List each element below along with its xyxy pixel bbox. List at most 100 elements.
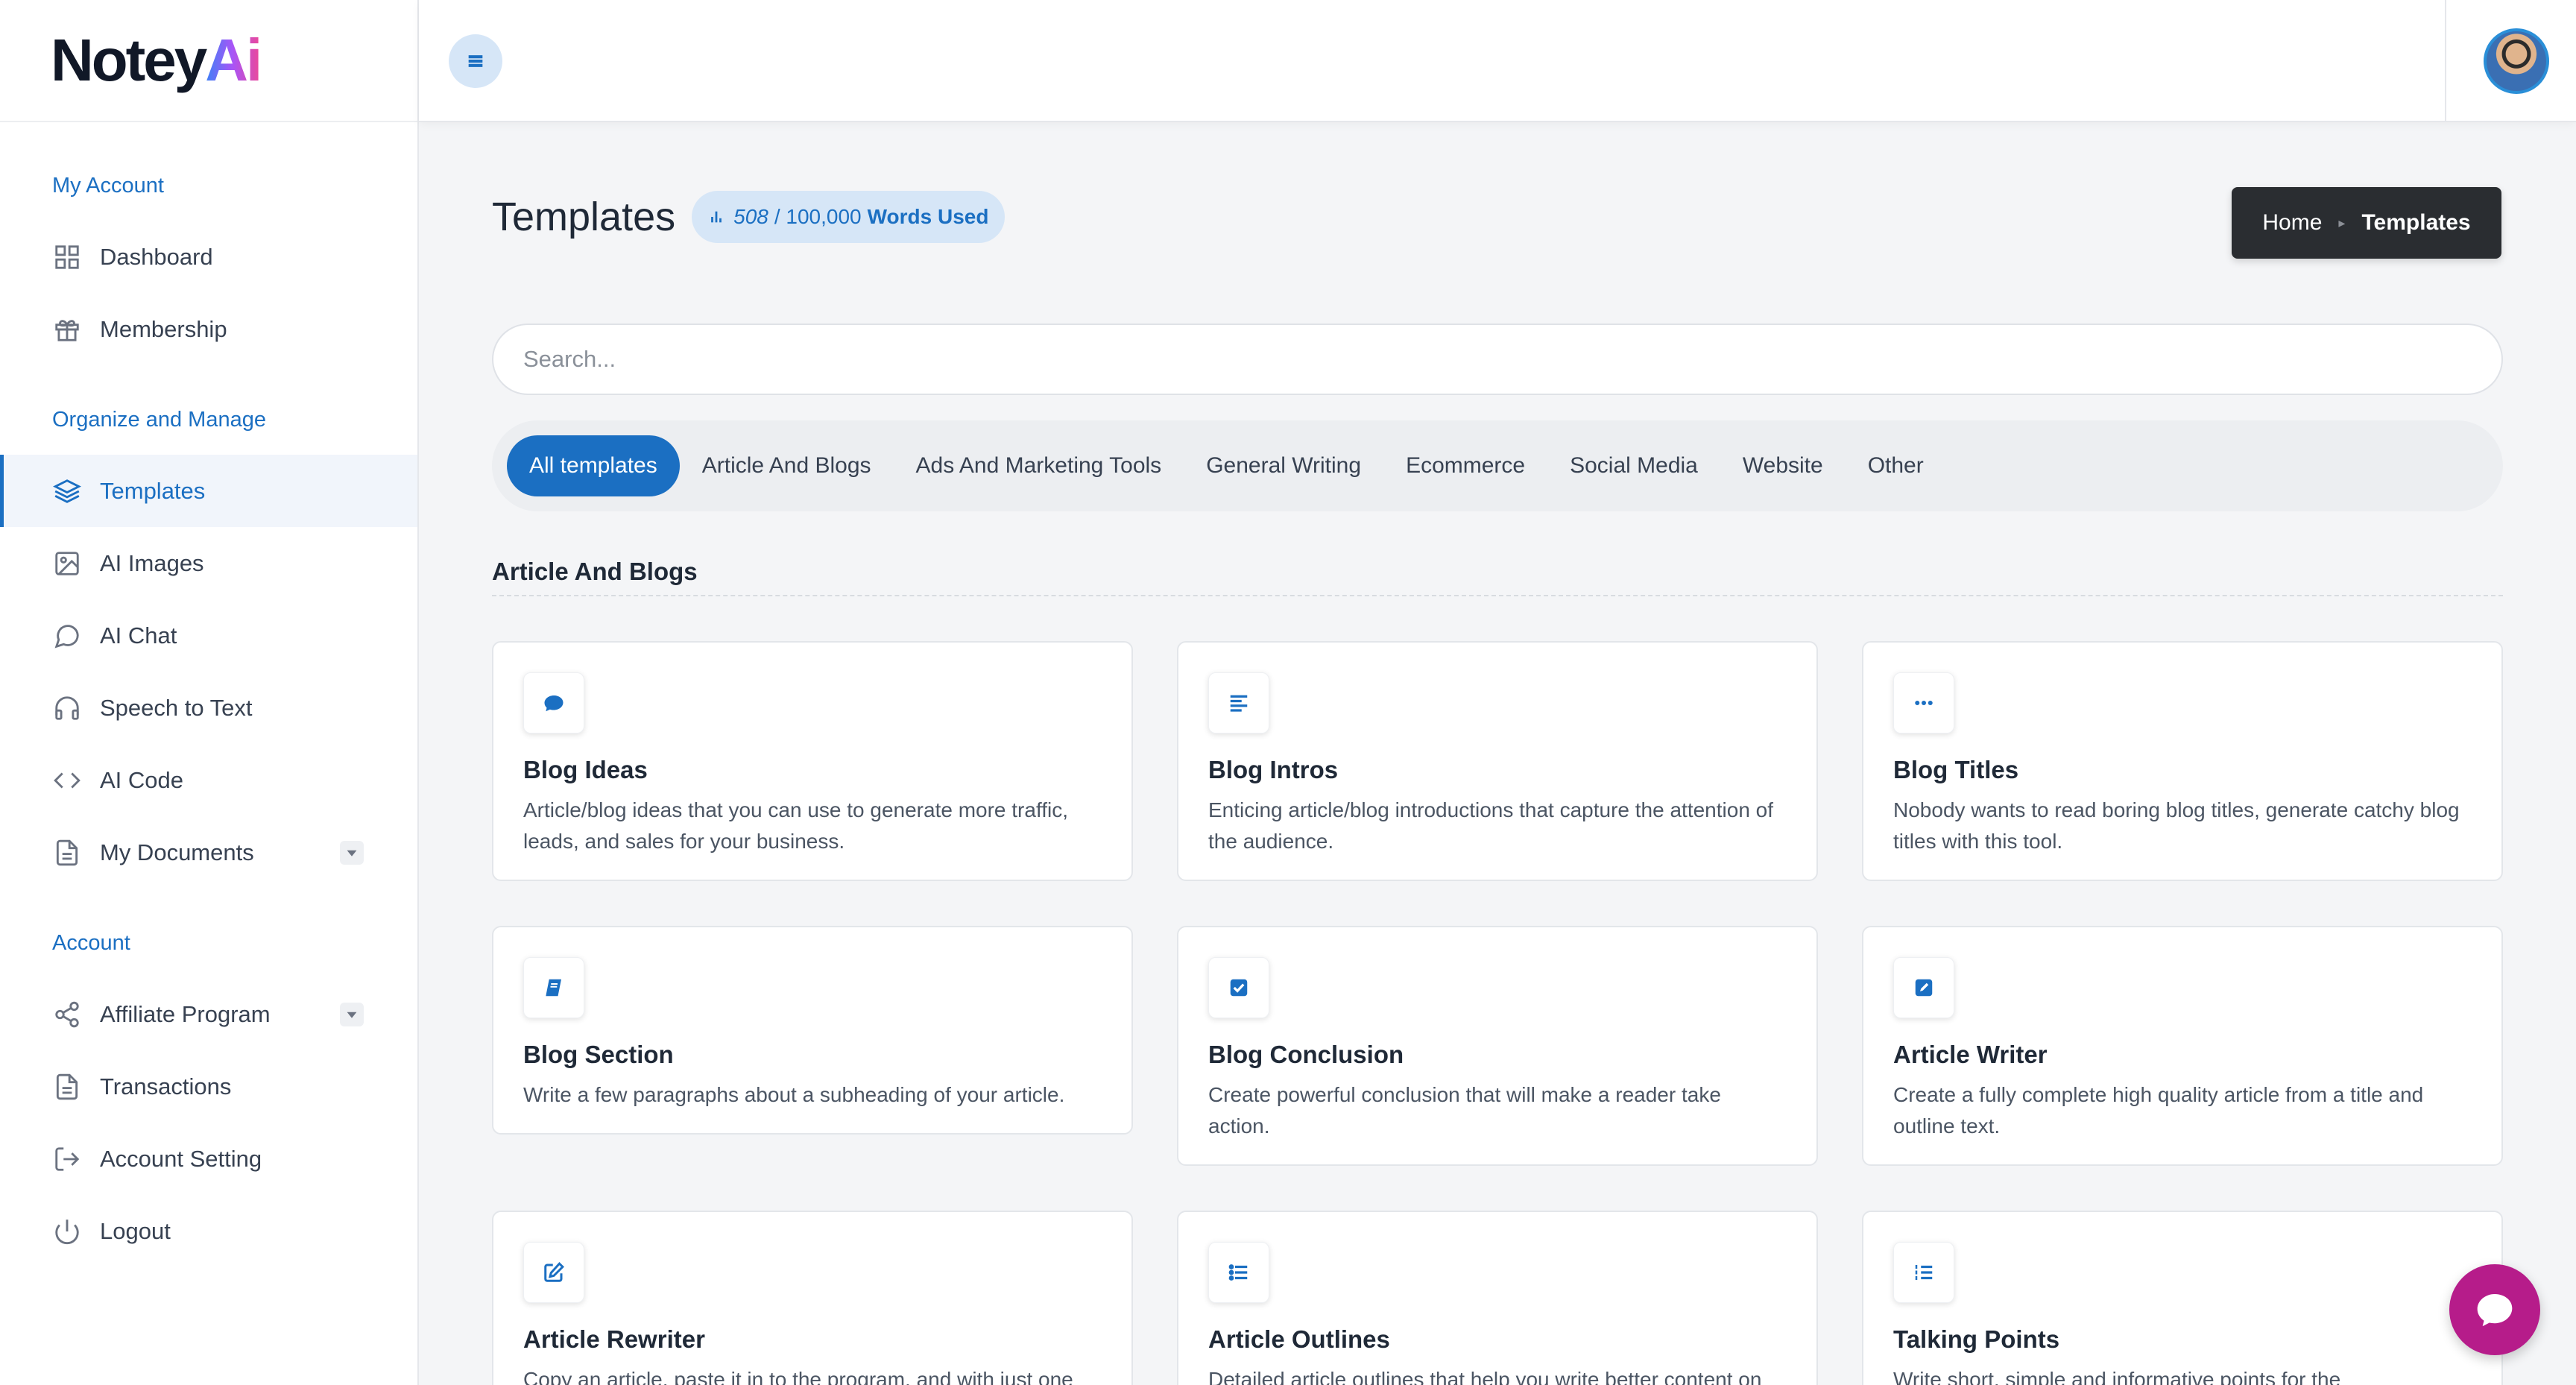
edit-icon xyxy=(523,1242,584,1303)
sidebar-item-logout[interactable]: Logout xyxy=(0,1195,417,1267)
bar-chart-icon xyxy=(711,211,722,223)
template-card-blog-titles[interactable]: Blog Titles Nobody wants to read boring … xyxy=(1862,641,2503,881)
card-description: Create a fully complete high quality art… xyxy=(1893,1083,2424,1138)
template-card-blog-intros[interactable]: Blog Intros Enticing article/blog introd… xyxy=(1177,641,1818,881)
sidebar-item-affiliate-program[interactable]: Affiliate Program xyxy=(0,978,417,1050)
sidebar-item-dashboard[interactable]: Dashboard xyxy=(0,221,417,293)
layers-icon xyxy=(52,476,82,506)
template-card-article-writer[interactable]: Article Writer Create a fully complete h… xyxy=(1862,926,2503,1166)
sidebar-item-account-setting[interactable]: Account Setting xyxy=(0,1123,417,1195)
sidebar-item-label: My Documents xyxy=(100,839,254,865)
logo[interactable]: Notey Ai xyxy=(0,0,417,122)
card-description: Enticing article/blog introductions that… xyxy=(1208,798,1774,853)
group-title: Article And Blogs xyxy=(492,558,698,585)
template-card-article-rewriter[interactable]: Article Rewriter Copy an article, paste … xyxy=(492,1211,1133,1385)
sidebar-item-speech-to-text[interactable]: Speech to Text xyxy=(0,672,417,744)
section-title: Account xyxy=(52,930,130,955)
sidebar-item-label: Dashboard xyxy=(100,243,213,270)
page-header: Templates 508 / 100,000 Words Used xyxy=(492,191,1006,243)
words-used-count: 508 xyxy=(733,205,768,228)
document-icon xyxy=(52,838,82,868)
sidebar-item-label: Membership xyxy=(100,315,227,342)
template-card-blog-conclusion[interactable]: Blog Conclusion Create powerful conclusi… xyxy=(1177,926,1818,1166)
sidebar-item-label: Transactions xyxy=(100,1073,232,1100)
sidebar-item-ai-images[interactable]: AI Images xyxy=(0,527,417,599)
sidebar-item-label: AI Chat xyxy=(100,622,177,649)
sidebar-item-ai-code[interactable]: AI Code xyxy=(0,744,417,816)
sidebar-item-membership[interactable]: Membership xyxy=(0,293,417,365)
filter-other[interactable]: Other xyxy=(1846,435,1946,496)
card-description: Article/blog ideas that you can use to g… xyxy=(523,798,1069,853)
template-card-article-outlines[interactable]: Article Outlines Detailed article outlin… xyxy=(1177,1211,1818,1385)
ellipsis-icon xyxy=(1893,672,1954,733)
template-card-blog-ideas[interactable]: Blog Ideas Article/blog ideas that you c… xyxy=(492,641,1133,881)
sidebar-item-label: Affiliate Program xyxy=(100,1000,271,1027)
card-description: Nobody wants to read boring blog titles,… xyxy=(1893,798,2460,853)
pen-square-icon xyxy=(1893,957,1954,1018)
search-input[interactable] xyxy=(492,324,2503,395)
grid-icon xyxy=(52,242,82,272)
sidebar: Notey Ai My Account Dashboard Membership … xyxy=(0,0,419,1385)
breadcrumb-current: Templates xyxy=(2361,210,2471,235)
card-title: Article Writer xyxy=(1893,1041,2048,1068)
menu-toggle-button[interactable] xyxy=(449,34,502,88)
comment-icon xyxy=(523,672,584,733)
ordered-list-icon xyxy=(1893,1242,1954,1303)
filter-article-and-blogs[interactable]: Article And Blogs xyxy=(680,435,894,496)
template-card-talking-points[interactable]: Talking Points Write short, simple and i… xyxy=(1862,1211,2503,1385)
card-title: Blog Intros xyxy=(1208,756,1339,783)
nav-section-organize: Organize and Manage Templates AI Images … xyxy=(0,401,417,889)
card-title: Talking Points xyxy=(1893,1325,2060,1353)
card-title: Blog Conclusion xyxy=(1208,1041,1404,1068)
filter-ads-and-marketing-tools[interactable]: Ads And Marketing Tools xyxy=(894,435,1184,496)
topbar xyxy=(419,0,2576,122)
section-title: Organize and Manage xyxy=(52,407,266,432)
card-title: Article Outlines xyxy=(1208,1325,1390,1353)
section-title: My Account xyxy=(52,173,164,198)
gift-icon xyxy=(52,315,82,344)
filter-social-media[interactable]: Social Media xyxy=(1547,435,1720,496)
filter-ecommerce[interactable]: Ecommerce xyxy=(1383,435,1547,496)
sidebar-item-label: Logout xyxy=(100,1217,171,1244)
divider xyxy=(492,595,2503,596)
logo-text: Notey xyxy=(51,27,207,93)
chevron-right-icon: ▸ xyxy=(2338,215,2346,230)
sidebar-item-templates[interactable]: Templates xyxy=(0,455,417,527)
sidebar-item-my-documents[interactable]: My Documents xyxy=(0,816,417,889)
category-filter-bar: All templates Article And Blogs Ads And … xyxy=(492,420,2503,511)
sidebar-item-transactions[interactable]: Transactions xyxy=(0,1050,417,1123)
book-icon xyxy=(523,957,584,1018)
card-title: Blog Section xyxy=(523,1041,674,1068)
chat-bubble-icon xyxy=(2477,1294,2513,1327)
sidebar-item-ai-chat[interactable]: AI Chat xyxy=(0,599,417,672)
sidebar-item-label: Speech to Text xyxy=(100,694,253,721)
template-card-blog-section[interactable]: Blog Section Write a few paragraphs abou… xyxy=(492,926,1133,1135)
filter-all-templates[interactable]: All templates xyxy=(507,435,680,496)
breadcrumb-home[interactable]: Home xyxy=(2262,210,2322,236)
document-icon xyxy=(52,1072,82,1102)
chat-bubble-icon xyxy=(52,621,82,651)
chevron-down-icon[interactable] xyxy=(340,1002,364,1026)
chat-widget-button[interactable] xyxy=(2449,1264,2540,1355)
logout-arrow-icon xyxy=(52,1144,82,1174)
card-title: Article Rewriter xyxy=(523,1325,705,1353)
words-used-badge: 508 / 100,000 Words Used xyxy=(692,191,1006,243)
filter-website[interactable]: Website xyxy=(1720,435,1846,496)
words-total: / 100,000 xyxy=(774,205,862,228)
card-description: Create powerful conclusion that will mak… xyxy=(1208,1083,1721,1138)
chevron-down-icon[interactable] xyxy=(340,840,364,865)
page-title: Templates xyxy=(492,195,676,239)
power-icon xyxy=(52,1217,82,1246)
card-description: Copy an article, paste it in to the prog… xyxy=(523,1368,1073,1385)
image-icon xyxy=(52,549,82,578)
avatar[interactable] xyxy=(2484,28,2549,94)
headphones-icon xyxy=(52,693,82,723)
hamburger-icon xyxy=(468,55,483,67)
logo-ai-text: Ai xyxy=(205,27,262,93)
filter-general-writing[interactable]: General Writing xyxy=(1184,435,1383,496)
main-content: Templates 508 / 100,000 Words Used Home … xyxy=(419,122,2576,1385)
card-description: Write a few paragraphs about a subheadin… xyxy=(523,1083,1065,1106)
card-title: Blog Ideas xyxy=(523,756,648,783)
align-left-icon xyxy=(1208,672,1269,733)
sidebar-item-label: Templates xyxy=(100,477,206,504)
